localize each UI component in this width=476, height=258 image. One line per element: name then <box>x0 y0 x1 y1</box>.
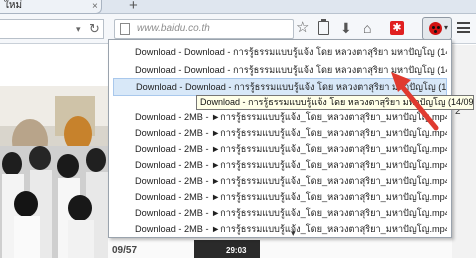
page-bottom-text: 09/57 <box>112 245 138 256</box>
ladybug-icon <box>429 22 442 35</box>
menu-item-download-oga[interactable]: Download - Download - การรู้ธรรมแบบรู้แจ… <box>113 43 447 61</box>
chevron-down-icon[interactable]: ▾ <box>444 22 448 34</box>
previous-field[interactable]: ▾ ↻ <box>0 19 104 39</box>
menu-item-download-mp3[interactable]: Download - Download - การรู้ธรรมแบบรู้แจ… <box>113 61 447 79</box>
new-tab-button[interactable]: + <box>129 0 138 13</box>
home-icon[interactable]: ⌂ <box>363 20 371 36</box>
url-text[interactable]: www.baidu.co.th <box>137 22 210 36</box>
video-frame[interactable] <box>0 86 108 258</box>
download-menu: Download - Download - การรู้ธรรมแบบรู้แจ… <box>108 39 452 238</box>
more-items-icon[interactable]: ▾ <box>291 229 296 238</box>
menu-item-download-mp4[interactable]: Download - Download - การรู้ธรรมแบบรู้แจ… <box>113 78 447 96</box>
page-right-edge <box>452 45 476 258</box>
thumbnail-duration: 29:03 <box>226 246 247 255</box>
extension-red-icon[interactable]: ✱ <box>390 21 404 35</box>
clipboard-icon[interactable] <box>318 19 329 35</box>
video-image <box>0 86 108 258</box>
menu-hamburger-icon[interactable] <box>457 22 470 33</box>
url-bar[interactable]: www.baidu.co.th <box>114 19 294 39</box>
close-tab-icon[interactable]: × <box>92 0 98 13</box>
bookmark-star-icon[interactable]: ☆ <box>296 20 309 36</box>
tab-title: ใหม่ <box>4 0 23 11</box>
downloads-icon[interactable]: ⬇ <box>340 20 352 36</box>
dropdown-arrow-icon[interactable]: ▾ <box>76 21 81 37</box>
video-downloader-extension-button[interactable]: ▾ <box>422 17 452 40</box>
browser-tab[interactable]: ใหม่ × <box>0 0 102 14</box>
reload-icon[interactable]: ↻ <box>89 20 100 37</box>
menu-item-2mb-mp4[interactable]: Download - 2MB - ►การรู้ธรรมแบบรู้แจ้ง_โ… <box>113 220 447 238</box>
tab-strip: ใหม่ × + <box>0 0 476 14</box>
tooltip: Download - การรู้ธรรมแบบรู้แจ้ง โดย หลวง… <box>196 95 474 110</box>
page-icon <box>120 23 130 35</box>
page-bottom-strip <box>108 238 452 258</box>
